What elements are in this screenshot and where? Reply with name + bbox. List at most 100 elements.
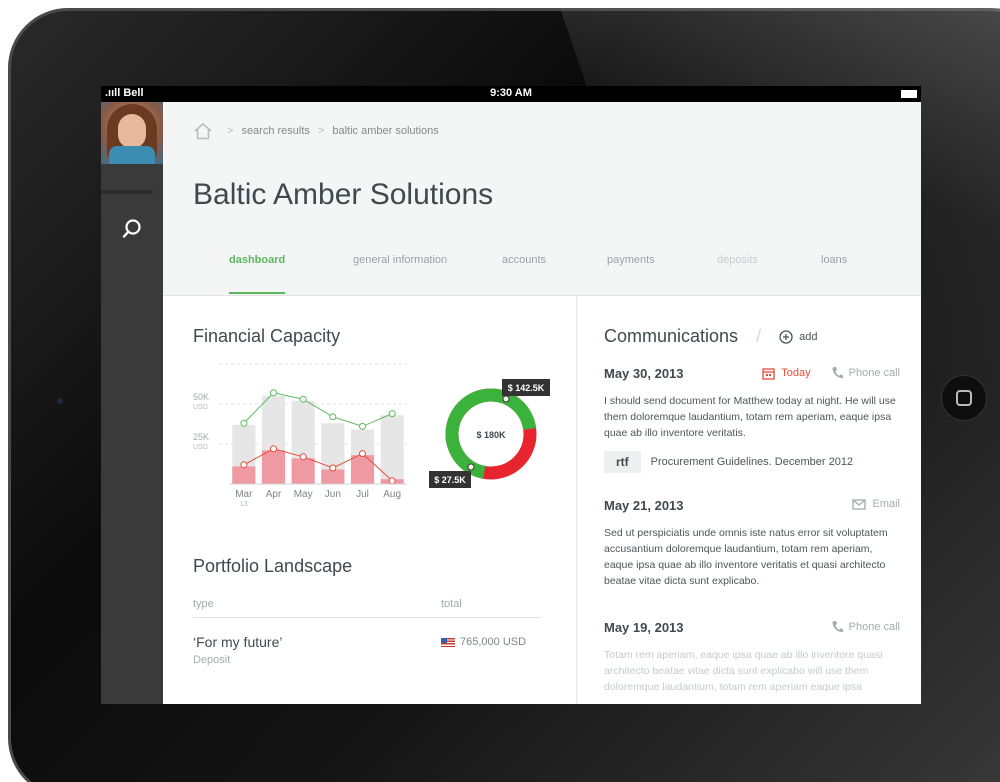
tab-loans[interactable]: loans <box>821 254 847 292</box>
financial-capacity-title: Financial Capacity <box>193 326 341 346</box>
donut-marker <box>502 395 510 403</box>
home-icon[interactable] <box>193 122 213 140</box>
expense-bar <box>261 450 286 484</box>
capacity-point <box>240 419 248 427</box>
x-tick-label: Jul <box>356 489 369 500</box>
attachment[interactable]: rtf Procurement Guidelines. December 201… <box>604 451 900 473</box>
expense-point <box>359 450 366 458</box>
right-panel: Communications / add May 30, 2013 Today … <box>578 296 921 704</box>
search-icon <box>122 219 141 238</box>
main-content: > search results > baltic amber solution… <box>163 102 921 704</box>
clock: 9:30 AM <box>490 87 532 99</box>
sidebar-divider <box>101 190 153 194</box>
entry-meta: Email <box>852 498 900 510</box>
communication-entry[interactable]: May 30, 2013 Today Phone call I should s… <box>604 366 900 473</box>
entry-body: Totam rem aperiam, eaque ipsa quae ab il… <box>604 649 883 693</box>
donut-marker <box>467 463 475 471</box>
today-label: Today <box>781 367 811 379</box>
communications-header: Communications / add <box>604 326 817 347</box>
expense-bar <box>232 466 256 484</box>
device-home-button[interactable] <box>941 375 987 421</box>
avatar[interactable] <box>101 102 163 164</box>
plus-circle-icon <box>779 329 793 344</box>
tab-general-information[interactable]: general information <box>353 254 447 292</box>
status-bar: .ııll Bell 9:30 AM <box>101 86 921 102</box>
phone-icon <box>832 367 843 379</box>
left-panel: Financial Capacity 50K USD 25K USD Mar 13 Apr M… <box>163 296 577 704</box>
expense-bar <box>350 455 375 484</box>
donut-tooltip-label: $ 142.5K <box>508 383 545 393</box>
us-flag-icon <box>441 637 455 647</box>
y-tick-label: 25K <box>193 432 209 442</box>
entry-meta: Phone call <box>831 620 900 634</box>
add-communication-button[interactable]: add <box>779 329 818 344</box>
portfolio-table-header: type total <box>193 596 541 618</box>
add-label: add <box>799 330 818 343</box>
attachment-type-badge: rtf <box>604 451 641 473</box>
tab-accounts[interactable]: accounts <box>502 254 546 292</box>
portfolio-row-type: Deposit <box>193 654 231 666</box>
expense-point <box>240 461 248 469</box>
entry-meta: Today Phone call <box>762 366 900 380</box>
capacity-donut-chart: $ 180K $ 142.5K $ 27.5K <box>429 379 550 488</box>
portfolio-row[interactable]: ‘For my future’ Deposit 765,000 USD <box>193 634 541 666</box>
sidebar <box>101 102 163 704</box>
home-button-icon <box>956 390 972 406</box>
tab-bar: dashboard general information accounts p… <box>163 242 921 296</box>
y-tick-unit: USD <box>193 444 208 451</box>
entry-type: Phone call <box>848 621 900 633</box>
x-tick-label: May <box>294 489 313 500</box>
entry-body: Sed ut perspiciatis unde omnis iste natu… <box>604 527 888 587</box>
communications-title: Communications <box>604 326 739 346</box>
entry-type: Email <box>872 498 900 510</box>
search-button[interactable] <box>117 214 147 244</box>
communication-entry[interactable]: May 21, 2013 Email Sed ut perspiciatis u… <box>604 498 900 589</box>
mail-icon <box>852 498 867 510</box>
expense-point <box>270 445 277 453</box>
entry-type: Phone call <box>848 367 900 379</box>
tab-dashboard[interactable]: dashboard <box>229 254 286 294</box>
x-tick-label: Mar <box>235 489 253 500</box>
calendar-icon <box>762 367 775 380</box>
attachment-name: Procurement Guidelines. December 2012 <box>650 456 854 468</box>
breadcrumb-separator: > <box>317 125 325 137</box>
donut-center-label: $ 180K <box>476 430 506 440</box>
portfolio-title: Portfolio Landscape <box>193 556 353 576</box>
page-title: Baltic Amber Solutions <box>193 178 494 211</box>
y-tick-unit: USD <box>193 404 208 411</box>
entry-body: I should send document for Matthew today… <box>604 395 896 439</box>
camera-lens <box>57 398 63 404</box>
column-header-type: type <box>193 598 214 610</box>
communication-entry[interactable]: May 19, 2013 Phone call Totam rem aperia… <box>604 620 900 695</box>
header-divider: / <box>756 326 762 346</box>
tab-payments[interactable]: payments <box>607 254 655 292</box>
expense-bar <box>291 458 315 484</box>
x-tick-label: Jun <box>325 489 341 500</box>
capacity-point <box>359 422 366 430</box>
y-tick-label: 50K <box>193 392 209 402</box>
expense-point <box>329 464 337 472</box>
x-tick-label: Apr <box>266 489 282 500</box>
capacity-point <box>329 413 337 421</box>
app-screen: .ııll Bell 9:30 AM > search results > ba… <box>101 86 921 704</box>
column-header-total: total <box>441 598 462 610</box>
battery-icon <box>901 90 917 98</box>
breadcrumb: > search results > baltic amber solution… <box>193 120 439 142</box>
avatar-scarf <box>109 146 155 164</box>
financial-capacity-chart: 50K USD 25K USD Mar13 Apr May Jun Jul Aug <box>193 363 407 508</box>
expense-point <box>299 453 307 461</box>
portfolio-row-amount: 765,000 USD <box>441 636 526 648</box>
x-tick-sublabel: 13 <box>240 501 248 508</box>
donut-tooltip-label: $ 27.5K <box>434 475 466 485</box>
today-badge: Today <box>762 367 811 380</box>
avatar-face <box>118 114 146 148</box>
capacity-point <box>270 389 277 397</box>
capacity-point <box>388 410 396 418</box>
breadcrumb-separator: > <box>227 125 234 137</box>
expense-point <box>388 477 396 485</box>
phone-icon <box>832 621 843 633</box>
breadcrumb-search-results[interactable]: search results <box>241 125 309 137</box>
x-tick-label: Aug <box>383 489 401 500</box>
breadcrumb-current: baltic amber solutions <box>332 125 439 137</box>
tab-deposits[interactable]: deposits <box>717 254 758 292</box>
